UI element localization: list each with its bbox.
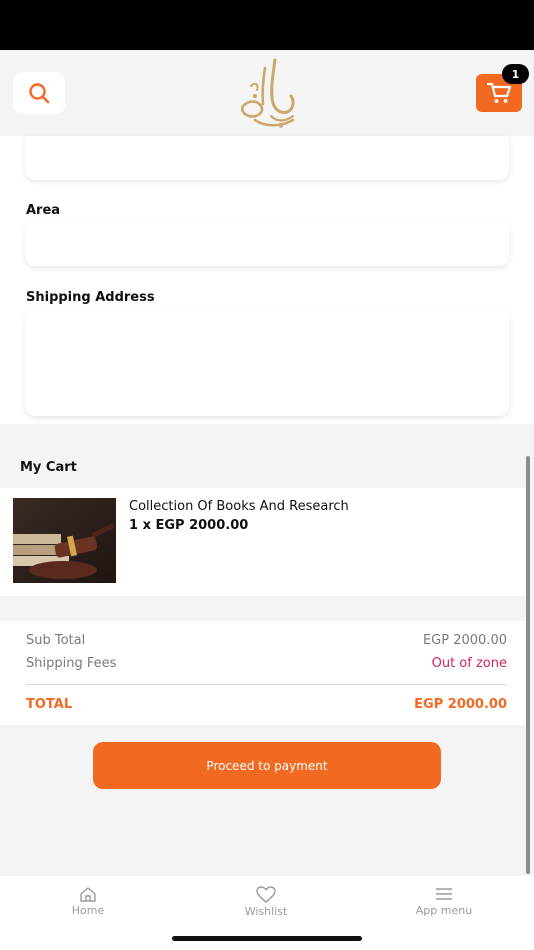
nav-home-label: Home xyxy=(71,904,105,917)
total-row: TOTAL EGP 2000.00 xyxy=(26,697,507,712)
proceed-to-payment-button[interactable]: Proceed to payment xyxy=(93,742,441,789)
shipping-label: Shipping Fees xyxy=(26,656,117,671)
search-button[interactable] xyxy=(13,72,65,114)
shipping-address-label: Shipping Address xyxy=(26,290,155,305)
cart-title: My Cart xyxy=(20,460,77,475)
cart-icon xyxy=(486,82,512,103)
shipping-row: Shipping Fees Out of zone xyxy=(26,656,507,671)
cart-item[interactable]: Collection Of Books And Research 1 x EGP… xyxy=(0,488,527,596)
total-value: EGP 2000.00 xyxy=(414,697,507,712)
cart-header: My Cart xyxy=(0,448,527,488)
subtotal-row: Sub Total EGP 2000.00 xyxy=(26,633,507,648)
area-field[interactable] xyxy=(25,222,509,266)
search-icon xyxy=(29,83,50,104)
nav-wishlist-label: Wishlist xyxy=(244,905,288,918)
status-bar xyxy=(0,0,534,50)
logo xyxy=(240,58,295,128)
cart-count-badge: 1 xyxy=(502,64,529,84)
subtotal-value: EGP 2000.00 xyxy=(422,633,507,648)
home-indicator xyxy=(172,936,362,941)
shipping-value: Out of zone xyxy=(431,656,507,671)
checkout-form: Area Shipping Address xyxy=(0,136,534,424)
total-label: TOTAL xyxy=(26,697,73,712)
scrollbar[interactable] xyxy=(526,456,530,874)
product-image xyxy=(13,498,116,583)
area-label: Area xyxy=(26,203,61,218)
shipping-address-field[interactable] xyxy=(25,310,509,416)
divider xyxy=(26,684,507,685)
menu-icon xyxy=(436,888,452,900)
nav-app-menu[interactable]: App menu xyxy=(384,886,504,917)
item-price: 1 x EGP 2000.00 xyxy=(129,518,249,533)
nav-wishlist[interactable]: Wishlist xyxy=(206,886,326,918)
subtotal-label: Sub Total xyxy=(26,633,86,648)
app-header: 1 xyxy=(0,50,534,136)
item-name: Collection Of Books And Research xyxy=(129,499,349,514)
heart-icon xyxy=(256,886,276,903)
order-summary: Sub Total EGP 2000.00 Shipping Fees Out … xyxy=(0,621,527,725)
nav-app-menu-label: App menu xyxy=(415,904,473,917)
home-icon xyxy=(80,887,96,902)
nav-home[interactable]: Home xyxy=(28,886,148,917)
previous-field[interactable] xyxy=(25,136,509,180)
